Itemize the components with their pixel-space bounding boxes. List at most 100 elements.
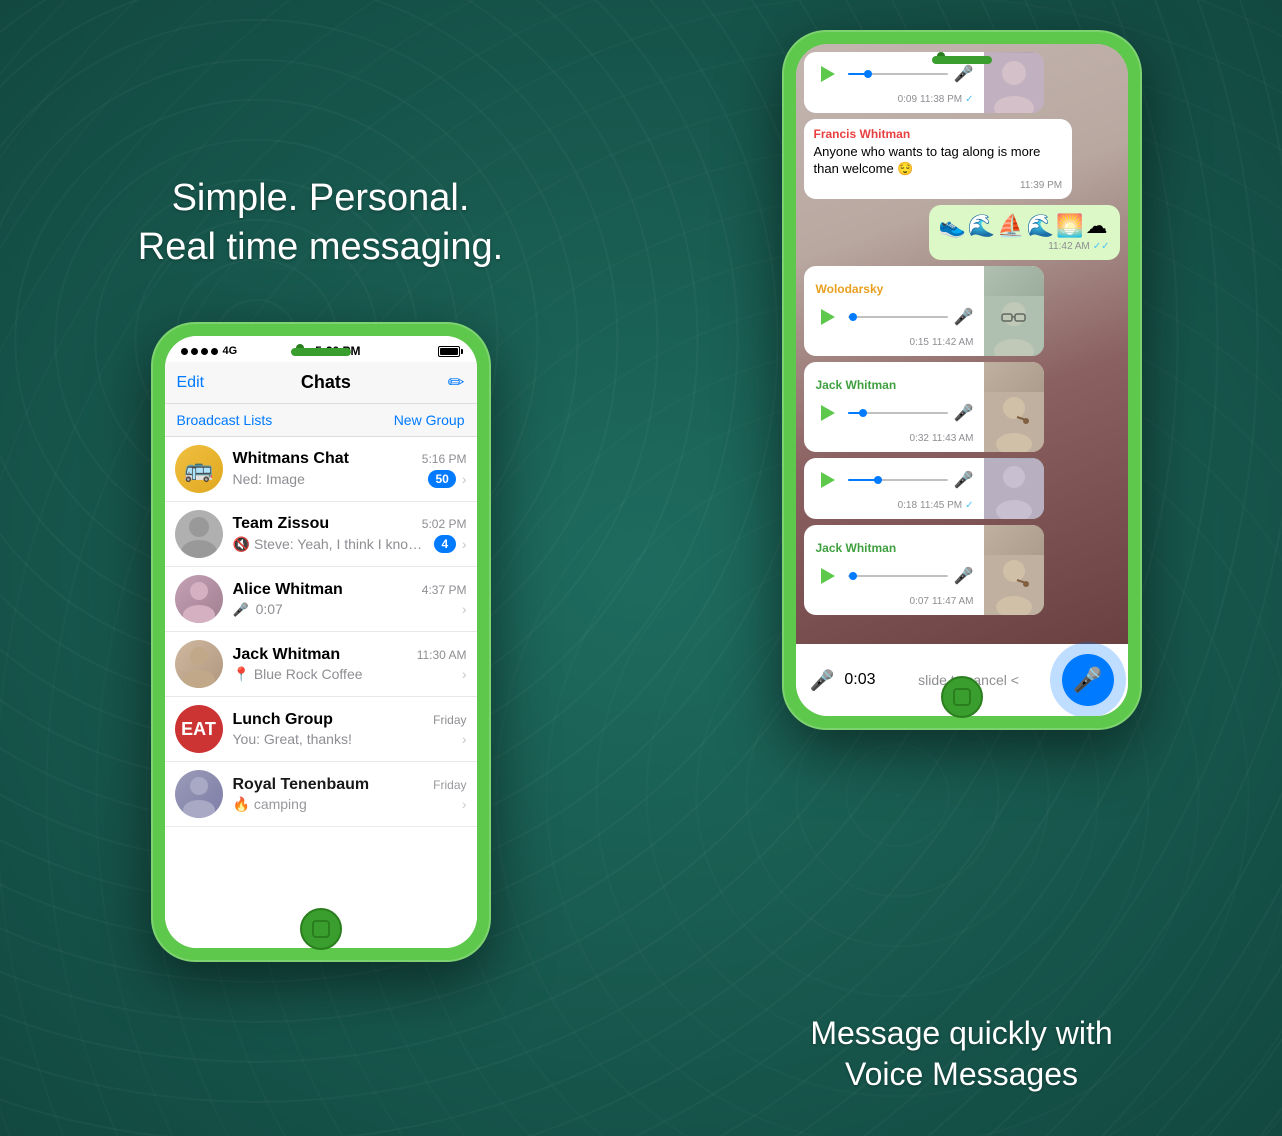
chat-info-zissou: Team Zissou 5:02 PM 🔇 Steve: Yeah, I thi…: [233, 515, 467, 553]
hero-text: Simple. Personal. Real time messaging.: [138, 174, 503, 273]
avatar-lunch: EAT: [175, 705, 223, 753]
chat-name-alice: Alice Whitman: [233, 581, 343, 599]
voice-content-w2: 🎤 0:18 11:45 PM ✓: [804, 458, 984, 519]
voice-controls-w2: 🎤: [814, 466, 974, 494]
chat-info-alice: Alice Whitman 4:37 PM 🎤 0:07 ›: [233, 581, 467, 618]
signal-dots: 4G: [181, 345, 238, 357]
mic-icon-jack2: 🎤: [954, 566, 974, 586]
chat-header-jack: Jack Whitman 11:30 AM: [233, 646, 467, 664]
chat-item-alice[interactable]: Alice Whitman 4:37 PM 🎤 0:07 ›: [165, 567, 477, 632]
home-button-right[interactable]: [941, 676, 983, 718]
phone-right-body: 🎤 0:09 11:38 PM ✓: [782, 30, 1142, 730]
duration-jack2: 0:07: [910, 596, 929, 607]
waveform-w2: [848, 470, 948, 490]
msg-meta-1: 0:09 11:38 PM ✓: [814, 94, 974, 105]
msg-emoji: 👟🌊⛵🌊🌅☁ 11:42 AM ✓✓: [929, 205, 1120, 260]
chats-title: Chats: [301, 372, 351, 393]
msg-sender-wolo: Wolodarsky: [814, 274, 974, 296]
compose-button[interactable]: ✏: [448, 370, 465, 395]
chevron-whitmans: ›: [462, 471, 467, 487]
play-button-1[interactable]: [814, 60, 842, 88]
home-button-left[interactable]: [300, 908, 342, 950]
mic-icon-w2: 🎤: [954, 470, 974, 490]
chat-name-whitmans: Whitmans Chat: [233, 450, 349, 468]
msg-meta-francis: 11:39 PM: [814, 180, 1063, 191]
chat-name-jack: Jack Whitman: [233, 646, 341, 664]
msg-meta-emoji: 11:42 AM ✓✓: [939, 241, 1110, 252]
chat-header-whitmans: Whitmans Chat 5:16 PM: [233, 450, 467, 468]
time-francis: 11:39 PM: [1020, 180, 1062, 191]
chat-list: 🚌 Whitmans Chat 5:16 PM Ned: Image 50 ›: [165, 437, 477, 948]
chat-item-jack[interactable]: Jack Whitman 11:30 AM 📍 Blue Rock Coffee…: [165, 632, 477, 697]
chat-info-whitmans: Whitmans Chat 5:16 PM Ned: Image 50 ›: [233, 450, 467, 488]
play-triangle-jack1: [821, 405, 835, 421]
home-inner-right: [953, 688, 971, 706]
msg-sender-jack1: Jack Whitman: [814, 370, 974, 392]
waveform-line-wolo: [848, 316, 948, 318]
waveform-jack1: [848, 403, 948, 423]
voice-content-jack2: Jack Whitman 🎤: [804, 525, 984, 615]
new-group-button[interactable]: New Group: [394, 412, 465, 428]
time-1: 11:38 PM: [920, 94, 962, 105]
chat-header-lunch: Lunch Group Friday: [233, 711, 467, 729]
man-photo-wolo: [984, 296, 1044, 356]
voice-controls-jack1: 🎤: [814, 399, 974, 427]
msg-francis: Francis Whitman Anyone who wants to tag …: [804, 119, 1073, 199]
time-w2: 11:45 PM: [920, 500, 962, 511]
chat-time-alice: 4:37 PM: [422, 583, 467, 597]
phone-left-screen: 4G 5:20 PM Edit Chats ✏: [165, 336, 477, 948]
play-button-w2[interactable]: [814, 466, 842, 494]
chat-preview-row-jack: 📍 Blue Rock Coffee ›: [233, 666, 467, 683]
chat-item-zissou[interactable]: Team Zissou 5:02 PM 🔇 Steve: Yeah, I thi…: [165, 502, 477, 567]
badge-whitmans: 50: [428, 470, 455, 488]
chat-preview-royal: 🔥 camping: [233, 796, 456, 813]
check-w2: ✓: [965, 500, 973, 511]
right-phone-wrapper: 🎤 0:09 11:38 PM ✓: [782, 30, 1142, 730]
msg-jack-2: Jack Whitman 🎤: [804, 525, 1044, 615]
chat-preview-whitmans: Ned: Image: [233, 471, 423, 487]
voice-content-jack1: Jack Whitman 🎤: [804, 362, 984, 452]
woman-photo-2: [984, 459, 1044, 519]
chat-item-lunch[interactable]: EAT Lunch Group Friday You: Great, thank…: [165, 697, 477, 762]
waveform-wolo: [848, 307, 948, 327]
phone-right-screen: 🎤 0:09 11:38 PM ✓: [796, 44, 1128, 716]
emoji-content: 👟🌊⛵🌊🌅☁: [939, 213, 1110, 239]
broadcast-lists-button[interactable]: Broadcast Lists: [177, 412, 273, 428]
chat-item-whitmans[interactable]: 🚌 Whitmans Chat 5:16 PM Ned: Image 50 ›: [165, 437, 477, 502]
photo-w2: [984, 458, 1044, 519]
chevron-lunch: ›: [462, 731, 467, 747]
phone-speaker: [291, 348, 351, 356]
photo-jack2: [984, 525, 1044, 615]
dot2: [191, 348, 198, 355]
chat-preview-row-alice: 🎤 0:07 ›: [233, 601, 467, 618]
signal-label: 4G: [223, 345, 238, 357]
chat-header-royal: Royal Tenenbaum Friday: [233, 776, 467, 794]
battery-icon: [438, 346, 460, 357]
alice-avatar-svg: [175, 575, 223, 623]
time-emoji: 11:42 AM: [1048, 241, 1090, 252]
play-button-jack1[interactable]: [814, 399, 842, 427]
recording-time: 0:03: [844, 671, 875, 689]
chat-item-royal[interactable]: Royal Tenenbaum Friday 🔥 camping ›: [165, 762, 477, 827]
left-panel: Simple. Personal. Real time messaging. 4…: [0, 0, 641, 1136]
record-button[interactable]: 🎤: [1062, 654, 1114, 706]
time-jack2: 11:47 AM: [932, 596, 974, 607]
jack-avatar-svg: [175, 640, 223, 688]
play-triangle-jack2: [821, 568, 835, 584]
edit-button[interactable]: Edit: [177, 374, 205, 392]
msg-wolodarsky: Wolodarsky 🎤: [804, 266, 1044, 356]
chevron-royal: ›: [462, 796, 467, 812]
play-button-jack2[interactable]: [814, 562, 842, 590]
chat-name-zissou: Team Zissou: [233, 515, 330, 533]
mic-icon-1: 🎤: [954, 64, 974, 84]
duration-w2: 0:18: [898, 500, 917, 511]
msg-voice-woman2: 🎤 0:18 11:45 PM ✓: [804, 458, 1044, 519]
waveform-1: [848, 64, 948, 84]
duration-jack1: 0:32: [910, 433, 929, 444]
chevron-zissou: ›: [462, 536, 467, 552]
play-button-wolo[interactable]: [814, 303, 842, 331]
woman-photo-1: [984, 53, 1044, 113]
waveform-jack2: [848, 566, 948, 586]
duration-1: 0:09: [898, 94, 917, 105]
record-btn-mic: 🎤: [1073, 666, 1103, 695]
